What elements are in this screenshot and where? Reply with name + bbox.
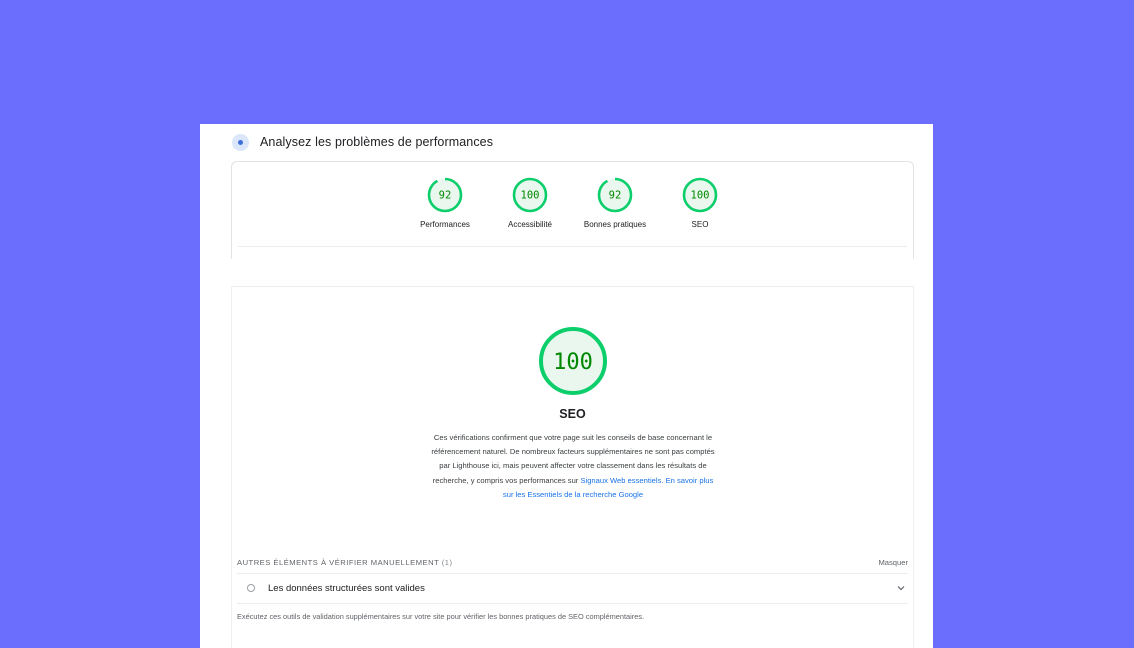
gauge-performances[interactable]: 92 Performances: [403, 177, 488, 229]
report-header: Analysez les problèmes de performances: [232, 132, 493, 152]
gauge-label: SEO: [691, 220, 709, 229]
gauge-score: 92: [439, 190, 452, 202]
seo-category: 100 SEO Ces vérifications confirment que…: [231, 286, 914, 648]
gauge-ring: 92: [427, 177, 463, 213]
gauge-score: 100: [691, 190, 710, 202]
report-title: Analysez les problèmes de performances: [260, 135, 494, 149]
gauge-list: 92 Performances 100 Accessibilité 92 Bon…: [232, 177, 913, 229]
audit-row[interactable]: Les données structurées sont valides: [237, 574, 908, 602]
gauge-score: 100: [521, 190, 540, 202]
gauge-seo[interactable]: 100 SEO: [658, 177, 743, 229]
gauge-label: Performances: [420, 220, 470, 229]
audit-title: Les données structurées sont valides: [268, 582, 425, 594]
category-title: SEO: [559, 407, 586, 421]
gauge-bonnes-pratiques[interactable]: 92 Bonnes pratiques: [573, 177, 658, 229]
seo-score: 100: [553, 350, 593, 375]
divider: [232, 286, 913, 287]
score-summary: 92 Performances 100 Accessibilité 92 Bon…: [231, 161, 914, 259]
manual-checks-title: Autres éléments à vérifier manuellement …: [237, 558, 452, 567]
chevron-down-icon[interactable]: [894, 581, 908, 595]
core-web-vitals-link[interactable]: Signaux Web essentiels: [580, 476, 661, 485]
gauge-ring: 100: [512, 177, 548, 213]
divider: [237, 603, 908, 604]
gauge-accessibilite[interactable]: 100 Accessibilité: [488, 177, 573, 229]
manual-title-text: Autres éléments à vérifier manuellement: [237, 557, 440, 567]
seo-score-gauge: 100: [539, 327, 607, 395]
manual-checks-note: Exécutez ces outils de validation supplé…: [237, 612, 645, 621]
manual-count: (1): [441, 557, 453, 567]
report-card: Analysez les problèmes de performances 9…: [200, 124, 933, 648]
circle-outline-icon: [247, 584, 255, 592]
hide-button[interactable]: Masquer: [878, 558, 908, 567]
gauge-label: Accessibilité: [507, 220, 552, 229]
gauge-score: 92: [609, 190, 622, 202]
gauge-ring: 100: [682, 177, 718, 213]
gauge-label: Bonnes pratiques: [583, 220, 647, 229]
manual-checks-header: Autres éléments à vérifier manuellement …: [237, 555, 908, 569]
divider: [238, 246, 907, 247]
gauge-ring: 92: [597, 177, 633, 213]
lighthouse-icon: [232, 133, 249, 151]
category-description: Ces vérifications confirment que votre p…: [427, 431, 719, 502]
